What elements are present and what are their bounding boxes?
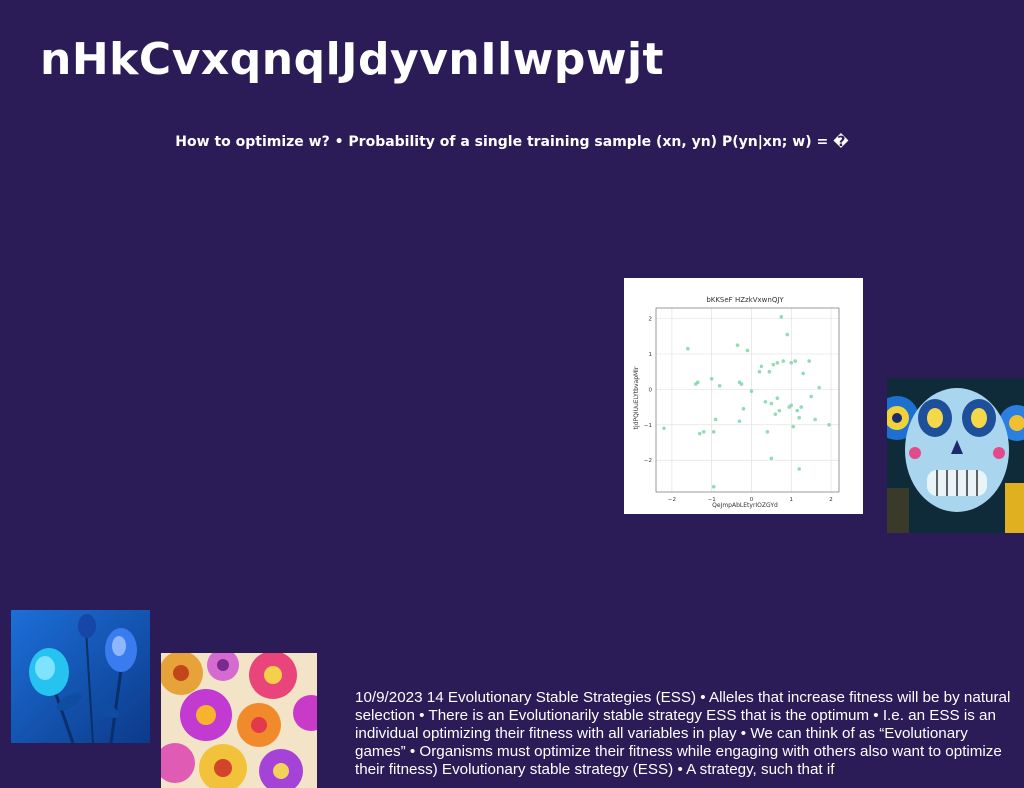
chart-point — [797, 415, 802, 420]
chart-point — [793, 359, 798, 363]
chart-point — [795, 408, 800, 413]
chart-y-tick-label: 0 — [649, 387, 653, 393]
chart-point — [695, 380, 700, 385]
chart-point — [711, 484, 716, 489]
chart-x-tick-label: −2 — [668, 497, 676, 503]
chart-point — [759, 364, 764, 369]
dahlia-flowers-image — [161, 653, 317, 788]
chart-point — [779, 315, 784, 319]
blue-roses-image — [11, 610, 150, 743]
chart-point — [765, 430, 770, 434]
chart-point — [757, 369, 762, 374]
chart-point — [697, 431, 702, 436]
chart-point — [785, 332, 790, 337]
scatter-chart-svg: bKKSeF HZzkVxwnQJY QeJmpAbLEtyrIOZGYd tj… — [633, 296, 840, 509]
chart-point — [789, 361, 794, 365]
chart-y-tick-label: −2 — [644, 458, 652, 464]
chart-plot-area: −2 −1 0 1 2 −2 −1 0 1 2 — [644, 307, 840, 503]
slide-body-text: 10/9/2023 14 Evolutionary Stable Strateg… — [355, 689, 1011, 778]
chart-point — [763, 399, 768, 404]
chart-point — [662, 426, 666, 431]
chart-point — [713, 417, 718, 422]
chart-point — [737, 380, 742, 385]
chart-point — [735, 343, 740, 347]
chart-point — [773, 412, 778, 416]
sugar-skull-art — [887, 378, 1024, 533]
slide-subtitle: How to optimize w? • Probability of a si… — [175, 134, 849, 150]
chart-point — [807, 359, 811, 363]
chart-frame — [655, 307, 840, 493]
chart-point — [701, 430, 706, 434]
chart-point — [777, 408, 782, 413]
chart-x-tick-label: 1 — [790, 497, 794, 503]
chart-point — [711, 430, 716, 434]
chart-point — [769, 456, 774, 461]
chart-y-tick-label: −1 — [644, 423, 652, 429]
chart-point — [791, 424, 796, 429]
chart-point — [809, 394, 813, 399]
chart-x-tick-label: 2 — [829, 497, 833, 503]
slide-title: nHkCvxqnqlJdyvnIlwpwjt — [40, 34, 665, 85]
chart-point — [709, 376, 714, 381]
chart-point — [745, 348, 750, 353]
chart-point — [741, 407, 746, 411]
chart-x-tick-label: −1 — [708, 497, 716, 503]
blue-roses-art — [11, 610, 150, 743]
chart-point — [827, 422, 831, 427]
chart-point — [717, 384, 722, 388]
chart-point — [813, 417, 817, 422]
chart-point — [797, 467, 802, 471]
chart-point — [749, 389, 754, 393]
chart-point — [775, 396, 780, 401]
chart-point — [801, 371, 805, 376]
dahlia-flowers-art — [161, 653, 317, 788]
chart-y-tick-label: 1 — [649, 352, 653, 358]
scatter-chart: bKKSeF HZzkVxwnQJY QeJmpAbLEtyrIOZGYd tj… — [624, 278, 863, 514]
chart-point — [686, 346, 690, 351]
chart-point — [781, 359, 786, 363]
chart-point — [767, 369, 772, 374]
chart-x-tick-label: 0 — [750, 497, 754, 503]
chart-y-tick-label: 2 — [649, 317, 653, 323]
chart-y-axis-label: tjdPQIUuELYtbvapMlr — [633, 366, 640, 429]
chart-point — [817, 385, 821, 390]
chart-point — [789, 403, 794, 408]
chart-point — [799, 405, 804, 409]
chart-title: bKKSeF HZzkVxwnQJY — [706, 296, 784, 304]
chart-x-axis-label: QeJmpAbLEtyrIOZGYd — [712, 502, 778, 509]
chart-point — [769, 401, 774, 406]
sugar-skull-image — [887, 378, 1024, 533]
chart-point — [775, 361, 780, 365]
chart-point — [737, 419, 742, 424]
chart-point — [771, 362, 776, 367]
